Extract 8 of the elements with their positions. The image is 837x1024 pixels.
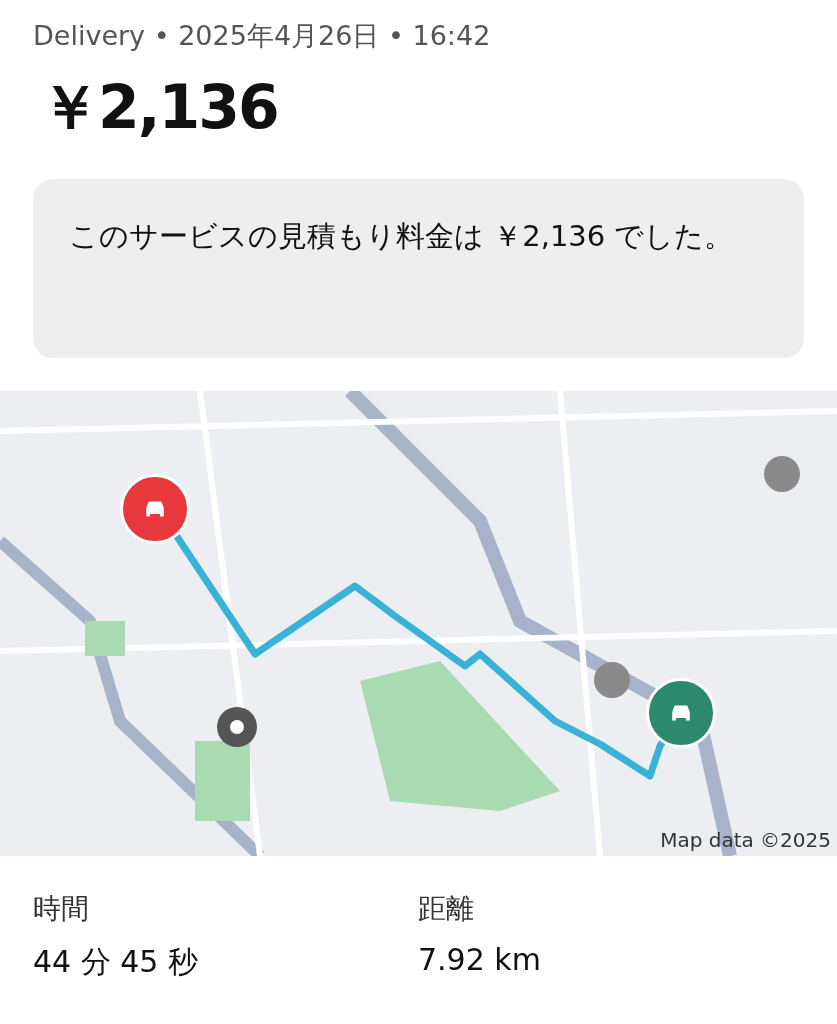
price: ￥2,136 <box>39 71 279 144</box>
fare-notice: このサービスの見積もり料金は ￥2,136 でした。 <box>33 179 804 358</box>
stat-value: 7.92 km <box>418 942 542 977</box>
stat-label: 距離 <box>418 891 475 927</box>
map-attribution: Map data ©2025 <box>660 828 831 852</box>
order-info: Delivery • 2025年4月26日 • 16:42 <box>32 19 492 53</box>
stat-label: 時間 <box>33 891 90 927</box>
stat-value: 44 分 45 秒 <box>33 943 199 981</box>
